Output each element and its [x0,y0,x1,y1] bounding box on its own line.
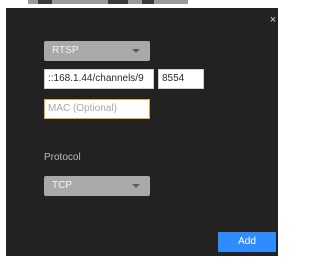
mac-input[interactable]: MAC (Optional) [44,99,150,119]
stream-url-input[interactable]: ::168.1.44/channels/9 [44,69,154,89]
toolbar-segment [108,0,128,4]
mac-placeholder: MAC (Optional) [48,103,117,114]
toolbar-segment [38,0,52,4]
protocol-select[interactable]: TCP [44,176,150,196]
close-icon[interactable]: × [267,14,279,26]
port-value: 8554 [162,73,185,84]
chevron-down-icon [132,49,140,53]
add-button[interactable]: Add [218,232,276,252]
protocol-label: Protocol [44,152,81,163]
top-toolbar-edge [28,0,188,4]
toolbar-segment [142,0,154,4]
chevron-down-icon [132,184,140,188]
protocol-value: TCP [52,180,72,191]
source-type-value: RTSP [52,45,79,56]
source-type-select[interactable]: RTSP [44,41,150,61]
stream-url-value: ::168.1.44/channels/9 [48,73,144,84]
top-strip [0,0,284,8]
port-input[interactable]: 8554 [158,69,204,89]
